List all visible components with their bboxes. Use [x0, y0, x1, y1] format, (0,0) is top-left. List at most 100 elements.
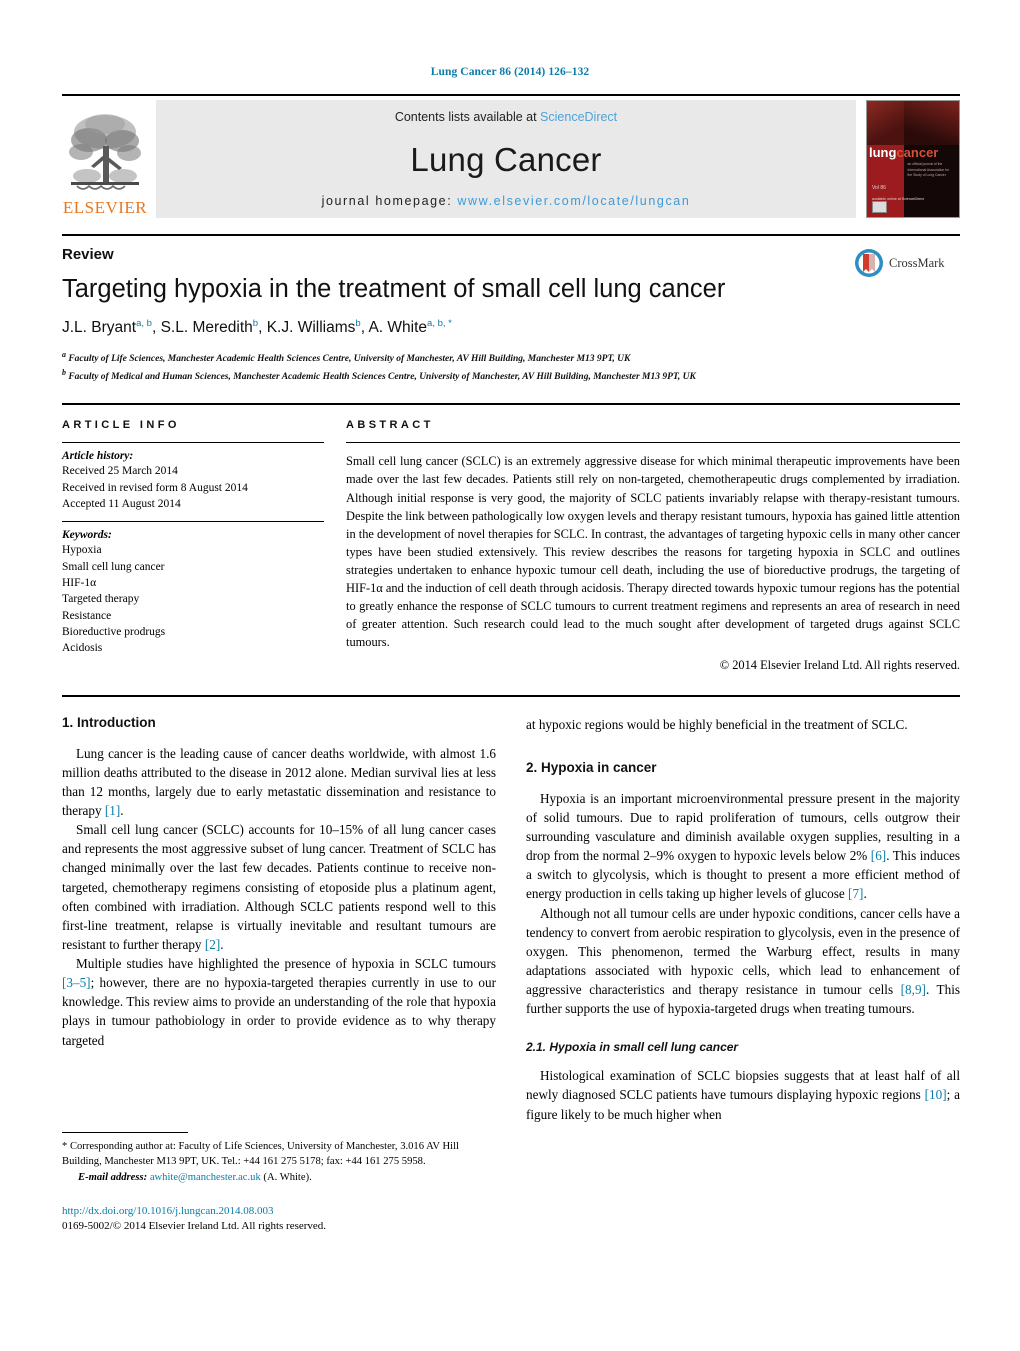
journal-cover-thumbnail[interactable]: lungcancer an official journal of the In…: [866, 100, 960, 218]
article-history-label: Article history:: [62, 450, 134, 463]
title-block: CrossMark Review Targeting hypoxia in th…: [62, 234, 960, 385]
paragraph-text: .: [120, 802, 124, 818]
paragraph: Although not all tumour cells are under …: [526, 904, 960, 1019]
masthead-center: Contents lists available at ScienceDirec…: [156, 100, 856, 218]
affiliation-a: a Faculty of Life Sciences, Manchester A…: [62, 350, 631, 365]
keywords-label: Keywords:: [62, 529, 112, 542]
citation-link[interactable]: [3–5]: [62, 975, 91, 990]
abstract-text: Small cell lung cancer (SCLC) is an extr…: [346, 454, 960, 650]
cover-title-part2: cancer: [896, 145, 939, 161]
paragraph: Multiple studies have highlighted the pr…: [62, 954, 496, 1050]
citation-link[interactable]: [6]: [871, 848, 886, 863]
affiliation-b-mark: b: [62, 368, 66, 378]
paragraph-text: at hypoxic regions would be highly benef…: [526, 716, 908, 732]
author-4-marks: a, b, *: [427, 318, 452, 330]
contents-prefix: Contents lists available at: [394, 110, 541, 124]
paragraph: Hypoxia is an important microenvironment…: [526, 789, 960, 904]
author-2-marks: b: [252, 318, 259, 330]
history-received: Received 25 March 2014: [62, 465, 178, 478]
author-1-marks: a, b: [136, 318, 152, 330]
paragraph-text: Although not all tumour cells are under …: [526, 905, 960, 998]
body-column-left: 1. Introduction Lung cancer is the leadi…: [62, 715, 496, 1235]
journal-homepage-line: journal homepage: www.elsevier.com/locat…: [322, 194, 691, 208]
running-head: Lung Cancer 86 (2014) 126–132: [430, 66, 590, 78]
keyword-item: Resistance: [62, 609, 112, 622]
abstract-heading: ABSTRACT: [346, 419, 434, 432]
affiliation-a-mark: a: [62, 350, 66, 360]
abstract-copyright: © 2014 Elsevier Ireland Ltd. All rights …: [719, 657, 960, 672]
cover-issue-line: Vol 86: [872, 184, 886, 191]
citation-link[interactable]: [10]: [925, 1087, 947, 1102]
history-revised: Received in revised form 8 August 2014: [62, 481, 248, 494]
citation-link[interactable]: [2]: [205, 937, 220, 952]
keyword-item: Targeted therapy: [62, 593, 140, 606]
footnote-rule: [62, 1131, 188, 1133]
email-label: E-mail address:: [78, 1171, 148, 1183]
citation-link[interactable]: [8,9]: [901, 982, 926, 997]
section-heading-hypoxia-in-cancer: 2. Hypoxia in cancer: [526, 759, 657, 775]
affiliation-list: a Faculty of Life Sciences, Manchester A…: [62, 349, 960, 385]
info-abstract-row: ARTICLE INFO Article history: Received 2…: [62, 403, 960, 672]
page-title: Targeting hypoxia in the treatment of sm…: [62, 275, 726, 303]
corresponding-author-note: * Corresponding author at: Faculty of Li…: [62, 1140, 459, 1167]
contents-available-line: Contents lists available at ScienceDirec…: [395, 110, 617, 124]
paragraph: Lung cancer is the leading cause of canc…: [62, 744, 496, 821]
paragraph-text: .: [220, 936, 224, 952]
journal-title: Lung Cancer: [410, 140, 602, 178]
email-suffix: (A. White).: [260, 1171, 312, 1183]
cover-logo-box: [872, 201, 887, 213]
elsevier-wordmark: ELSEVIER: [62, 198, 148, 217]
journal-homepage-link[interactable]: www.elsevier.com/locate/lungcan: [457, 194, 690, 208]
author-3-marks: b: [355, 318, 361, 330]
abstract-column: ABSTRACT Small cell lung cancer (SCLC) i…: [346, 419, 960, 672]
paragraph-text: Multiple studies have highlighted the pr…: [76, 956, 496, 972]
crossmark-label: CrossMark: [889, 255, 945, 270]
keyword-item: Hypoxia: [62, 544, 102, 557]
cover-art-topleft: [867, 101, 904, 146]
paragraph-text: ; however, there are no hypoxia-targeted…: [62, 975, 496, 1048]
cover-subtitle: an official journal of the International…: [907, 162, 950, 177]
cover-title: lungcancer: [869, 146, 938, 159]
article-type: Review: [62, 246, 114, 263]
author-2: S.L. Meredithb: [160, 318, 259, 337]
paragraph: Histological examination of SCLC biopsie…: [526, 1066, 960, 1123]
journal-article-page: Lung Cancer 86 (2014) 126–132 ELSEVIER C…: [0, 0, 1020, 1351]
paragraph-text: Lung cancer is the leading cause of canc…: [62, 745, 496, 818]
cover-title-part1: lung: [869, 145, 897, 161]
sciencedirect-link[interactable]: ScienceDirect: [540, 110, 617, 124]
keyword-item: Bioreductive prodrugs: [62, 625, 166, 638]
email-note: E-mail address: awhite@manchester.ac.uk …: [62, 1170, 496, 1185]
paragraph-text: Small cell lung cancer (SCLC) accounts f…: [62, 822, 496, 952]
article-body: 1. Introduction Lung cancer is the leadi…: [62, 694, 960, 1235]
footnote-block: * Corresponding author at: Faculty of Li…: [62, 1131, 496, 1235]
keyword-item: Acidosis: [62, 642, 103, 655]
article-info-column: ARTICLE INFO Article history: Received 2…: [62, 419, 324, 672]
paragraph-text: .: [863, 886, 867, 902]
history-accepted: Accepted 11 August 2014: [62, 497, 181, 510]
body-column-right: at hypoxic regions would be highly benef…: [526, 715, 960, 1235]
masthead: ELSEVIER Contents lists available at Sci…: [62, 94, 960, 218]
affiliation-b: b Faculty of Medical and Human Sciences,…: [62, 368, 696, 383]
elsevier-tree-icon: [69, 114, 141, 190]
homepage-prefix: journal homepage:: [321, 194, 458, 208]
keywords-block: Keywords: Hypoxia Small cell lung cancer…: [62, 522, 324, 665]
section-heading-introduction: 1. Introduction: [62, 714, 156, 730]
crossmark-icon: [855, 249, 883, 277]
cover-art-topright: [903, 101, 959, 146]
article-info-heading: ARTICLE INFO: [62, 419, 180, 432]
doi-block: http://dx.doi.org/10.1016/j.lungcan.2014…: [62, 1204, 496, 1235]
article-history-block: Article history: Received 25 March 2014 …: [62, 443, 324, 521]
author-4: A. Whitea, b, *: [368, 318, 452, 337]
citation-link[interactable]: [7]: [848, 886, 863, 901]
keyword-item: HIF-1α: [62, 576, 97, 589]
email-link[interactable]: awhite@manchester.ac.uk: [150, 1172, 261, 1183]
author-1: J.L. Bryanta, b: [62, 318, 152, 337]
paragraph: Small cell lung cancer (SCLC) accounts f…: [62, 820, 496, 954]
keyword-item: Small cell lung cancer: [62, 560, 165, 573]
citation-link[interactable]: [1]: [105, 803, 120, 818]
subsection-heading-hypoxia-in-sclc: 2.1. Hypoxia in small cell lung cancer: [526, 1040, 739, 1055]
doi-link[interactable]: http://dx.doi.org/10.1016/j.lungcan.2014…: [62, 1204, 496, 1219]
author-list: J.L. Bryanta, b, S.L. Meredithb, K.J. Wi…: [62, 318, 452, 337]
paragraph-text: Histological examination of SCLC biopsie…: [526, 1068, 960, 1103]
crossmark-badge[interactable]: CrossMark: [854, 248, 960, 278]
